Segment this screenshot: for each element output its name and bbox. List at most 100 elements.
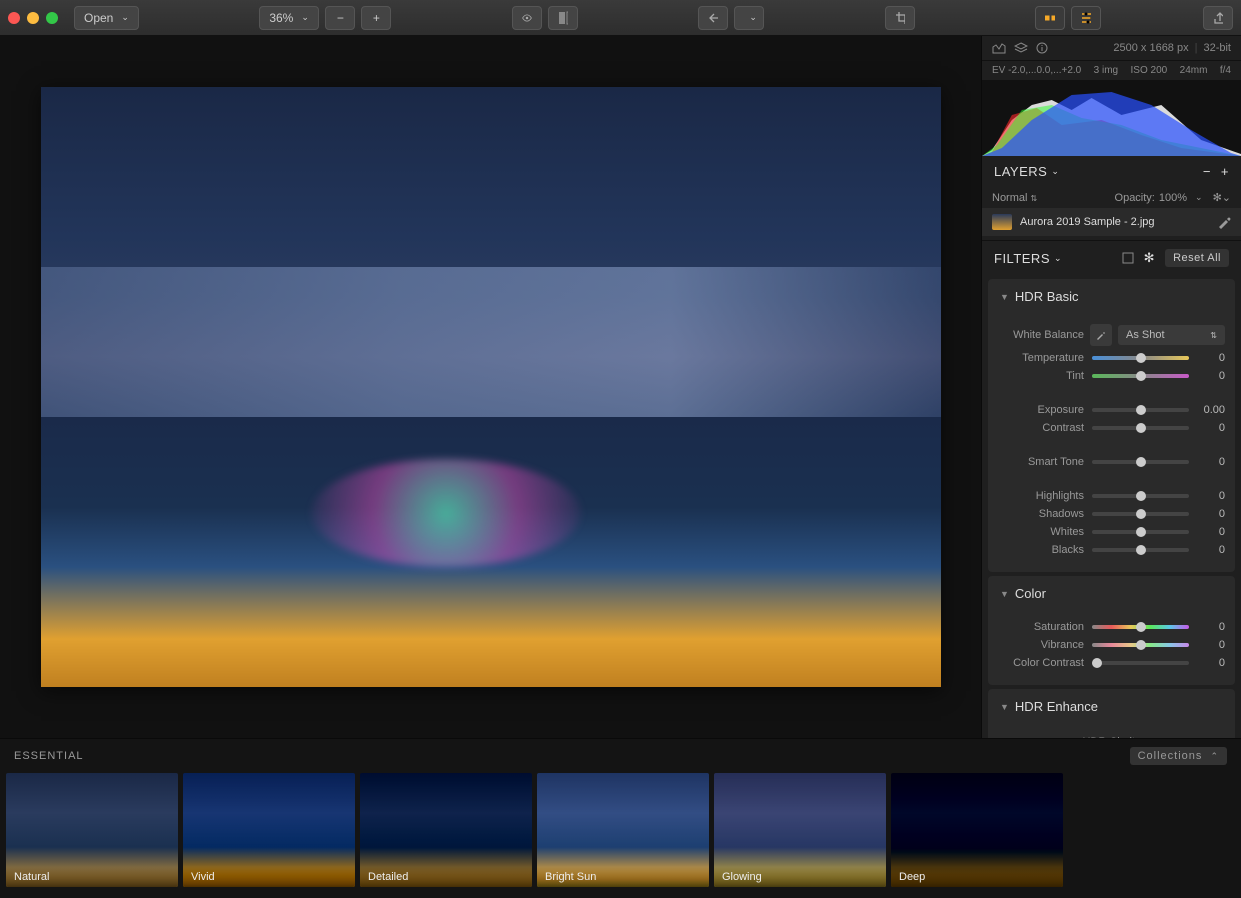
minimize-window-button[interactable] [27, 12, 39, 24]
collapse-layer-button[interactable]: − [1203, 164, 1211, 179]
opacity-label: Opacity: [1115, 192, 1155, 204]
preset-item-brightsun[interactable]: Bright Sun [537, 773, 709, 887]
opacity-value[interactable]: 100% [1159, 192, 1187, 204]
tint-slider[interactable] [1092, 374, 1189, 378]
right-sidebar: 2500 x 1668 px | 32-bit EV -2.0,...0.0,.… [981, 36, 1241, 738]
zoom-out-button[interactable]: − [325, 6, 355, 30]
shadows-slider[interactable] [1092, 512, 1189, 516]
preset-item-glowing[interactable]: Glowing [714, 773, 886, 887]
brush-mask-icon[interactable] [1217, 215, 1231, 229]
compare-button[interactable] [548, 6, 578, 30]
open-button[interactable]: Open ⌄ [74, 6, 139, 30]
presets-category: ESSENTIAL [14, 750, 84, 762]
histogram-icon[interactable] [992, 42, 1006, 54]
history-button[interactable]: ⌄ [734, 6, 764, 30]
blacks-label: Blacks [998, 544, 1084, 556]
add-layer-button[interactable]: + [1221, 164, 1229, 179]
whites-slider[interactable] [1092, 530, 1189, 534]
highlights-label: Highlights [998, 490, 1084, 502]
tint-label: Tint [998, 370, 1084, 382]
tint-value[interactable]: 0 [1197, 370, 1225, 382]
temperature-slider[interactable] [1092, 356, 1189, 360]
layer-settings-icon[interactable]: ✻⌄ [1213, 191, 1231, 204]
blacks-value[interactable]: 0 [1197, 544, 1225, 556]
smart-tone-slider[interactable] [1092, 460, 1189, 464]
contrast-slider[interactable] [1092, 426, 1189, 430]
temperature-label: Temperature [998, 352, 1084, 364]
crop-button[interactable] [885, 6, 915, 30]
layer-item[interactable]: Aurora 2019 Sample - 2.jpg [982, 208, 1241, 236]
preview-toggle-button[interactable] [512, 6, 542, 30]
iso-value: ISO 200 [1131, 65, 1168, 76]
eyedropper-button[interactable] [1090, 324, 1112, 346]
whites-value[interactable]: 0 [1197, 526, 1225, 538]
window-controls [8, 12, 58, 24]
color-contrast-value[interactable]: 0 [1197, 657, 1225, 669]
focal-length: 24mm [1180, 65, 1208, 76]
transform-icon[interactable] [1122, 252, 1134, 264]
layers-panel-header[interactable]: LAYERS⌄ − + [982, 156, 1241, 187]
shadows-value[interactable]: 0 [1197, 508, 1225, 520]
preset-item-deep[interactable]: Deep [891, 773, 1063, 887]
preset-item-detailed[interactable]: Detailed [360, 773, 532, 887]
whites-label: Whites [998, 526, 1084, 538]
layer-thumbnail [992, 214, 1012, 230]
image-count: 3 img [1094, 65, 1118, 76]
layer-name: Aurora 2019 Sample - 2.jpg [1020, 216, 1155, 228]
saturation-label: Saturation [998, 621, 1084, 633]
undo-button[interactable] [698, 6, 728, 30]
color-header[interactable]: ▼ Color [988, 576, 1235, 611]
exposure-value[interactable]: 0.00 [1197, 404, 1225, 416]
highlights-value[interactable]: 0 [1197, 490, 1225, 502]
smart-tone-value[interactable]: 0 [1197, 456, 1225, 468]
histogram [982, 80, 1241, 156]
smart-tone-label: Smart Tone [998, 456, 1084, 468]
color-contrast-slider[interactable] [1092, 661, 1189, 665]
hdr-basic-section: ▼ HDR Basic White Balance As Shot ⇅ Temp… [988, 279, 1235, 572]
preset-strip[interactable]: Natural Vivid Detailed Bright Sun Glowin… [0, 773, 1241, 887]
layers-title: LAYERS [994, 164, 1047, 179]
top-toolbar: Open ⌄ 36% ⌄ − + ⌄ [0, 0, 1241, 36]
hdr-basic-header[interactable]: ▼ HDR Basic [988, 279, 1235, 314]
exposure-slider[interactable] [1092, 408, 1189, 412]
maximize-window-button[interactable] [46, 12, 58, 24]
white-balance-dropdown[interactable]: As Shot ⇅ [1118, 325, 1225, 345]
vibrance-label: Vibrance [998, 639, 1084, 651]
contrast-label: Contrast [998, 422, 1084, 434]
bit-depth: 32-bit [1203, 42, 1231, 54]
hdr-enhance-header[interactable]: ▼ HDR Enhance [988, 689, 1235, 724]
canvas-viewport[interactable] [0, 36, 981, 738]
preset-item-natural[interactable]: Natural [6, 773, 178, 887]
info-icon[interactable] [1036, 42, 1048, 54]
vibrance-value[interactable]: 0 [1197, 639, 1225, 651]
zoom-controls: 36% ⌄ − + [259, 6, 391, 30]
hdr-clarity-label: HDR Clarity [998, 736, 1225, 738]
color-contrast-label: Color Contrast [998, 657, 1084, 669]
saturation-slider[interactable] [1092, 625, 1189, 629]
filters-panel-header[interactable]: FILTERS⌄ ✻ Reset All [982, 240, 1241, 275]
share-button[interactable] [1203, 6, 1233, 30]
chevron-down-icon: ⌄ [749, 12, 757, 23]
vibrance-slider[interactable] [1092, 643, 1189, 647]
blend-mode-dropdown[interactable]: Normal ⇅ [992, 192, 1037, 204]
zoom-level-dropdown[interactable]: 36% ⌄ [259, 6, 319, 30]
highlights-slider[interactable] [1092, 494, 1189, 498]
filter-settings-icon[interactable]: ✻ [1144, 250, 1155, 266]
layers-icon[interactable] [1014, 42, 1028, 54]
reset-all-button[interactable]: Reset All [1165, 249, 1229, 267]
filters-panel-toggle[interactable] [1071, 6, 1101, 30]
temperature-value[interactable]: 0 [1197, 352, 1225, 364]
contrast-value[interactable]: 0 [1197, 422, 1225, 434]
zoom-in-button[interactable]: + [361, 6, 391, 30]
zoom-value: 36% [269, 11, 293, 25]
filters-title: FILTERS [994, 251, 1050, 266]
ev-range: EV -2.0,...0.0,...+2.0 [992, 65, 1081, 76]
saturation-value[interactable]: 0 [1197, 621, 1225, 633]
blacks-slider[interactable] [1092, 548, 1189, 552]
collections-dropdown[interactable]: Collections ⌃ [1130, 747, 1227, 765]
chevron-down-icon: ⌄ [121, 12, 129, 23]
presets-panel-toggle[interactable] [1035, 6, 1065, 30]
preset-item-vivid[interactable]: Vivid [183, 773, 355, 887]
close-window-button[interactable] [8, 12, 20, 24]
shadows-label: Shadows [998, 508, 1084, 520]
